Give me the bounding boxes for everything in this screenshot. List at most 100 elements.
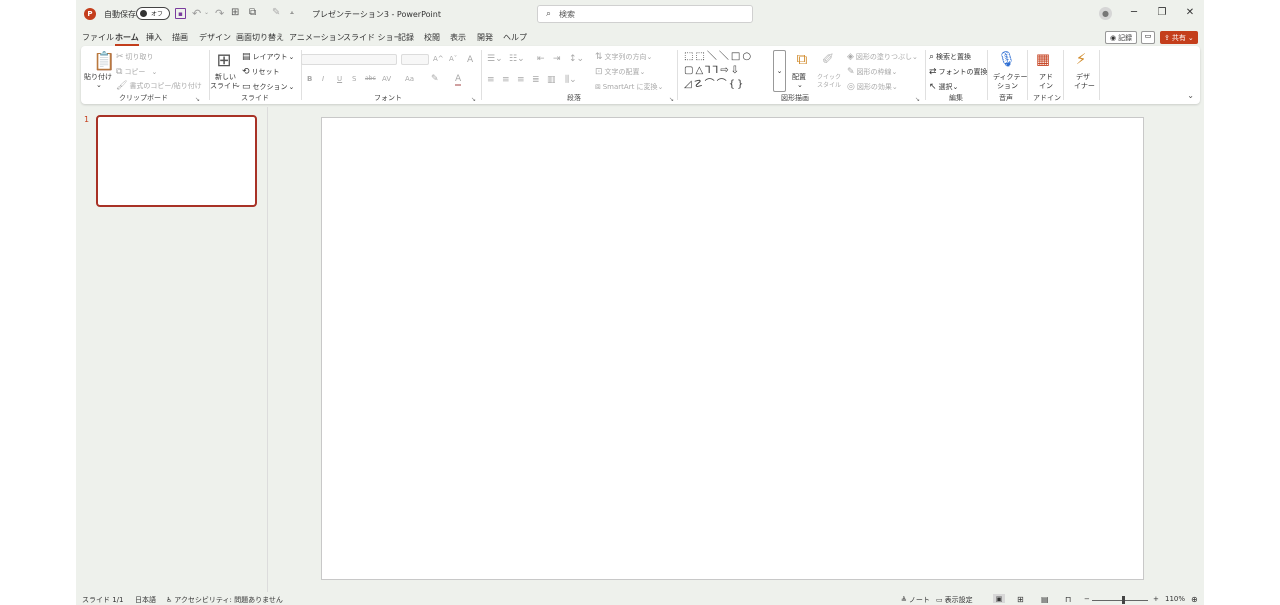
tab-view[interactable]: 表示 bbox=[450, 32, 466, 43]
slideshow-icon[interactable]: ⧉ bbox=[249, 7, 256, 18]
slide-position[interactable]: スライド 1/1 bbox=[82, 595, 124, 605]
font-color-icon[interactable]: A bbox=[455, 74, 462, 86]
shape-outline-button[interactable]: ✎ 図形の枠線 ⌄ bbox=[847, 67, 897, 77]
section-button[interactable]: ▭ セクション ⌄ bbox=[242, 82, 294, 92]
zoom-out-button[interactable]: − bbox=[1084, 595, 1090, 603]
zoom-slider-track[interactable] bbox=[1092, 600, 1148, 601]
minimize-button[interactable]: ─ bbox=[1127, 7, 1141, 18]
notes-button[interactable]: ≜ ノート bbox=[901, 595, 930, 605]
line-spacing-icon[interactable]: ↕⌄ bbox=[569, 54, 584, 64]
zoom-slider-thumb[interactable] bbox=[1122, 596, 1125, 604]
addins-label-2[interactable]: イン bbox=[1039, 81, 1053, 91]
increase-indent-icon[interactable]: ⇥ bbox=[553, 54, 561, 64]
font-name-combo[interactable] bbox=[301, 54, 397, 65]
grow-font-button[interactable]: A^ bbox=[433, 55, 444, 63]
align-left-icon[interactable]: ≡ bbox=[487, 75, 495, 85]
microphone-icon[interactable]: 🎙 bbox=[997, 50, 1016, 68]
shape-fill-button[interactable]: ◈ 図形の塗りつぶし ⌄ bbox=[847, 52, 918, 62]
account-icon[interactable]: ● bbox=[1099, 7, 1112, 20]
clear-format-button[interactable]: A bbox=[467, 55, 473, 65]
tab-review[interactable]: 校閲 bbox=[424, 32, 440, 43]
new-slide-icon[interactable]: ⊞ bbox=[215, 50, 233, 71]
record-button[interactable]: ◉ 記録 bbox=[1105, 31, 1138, 44]
comments-icon[interactable]: ▭ bbox=[1141, 31, 1155, 44]
numbering-icon[interactable]: ☷⌄ bbox=[509, 54, 525, 64]
clipboard-dialog-launcher-icon[interactable]: ↘ bbox=[195, 96, 200, 103]
replace-fonts-button[interactable]: ⇄ フォントの置換 bbox=[929, 67, 988, 77]
arrange-dropdown-icon[interactable]: ⌄ bbox=[797, 81, 803, 89]
underline-button[interactable]: U bbox=[337, 75, 342, 83]
quick-styles-label-2[interactable]: スタイル bbox=[817, 80, 841, 89]
decrease-indent-icon[interactable]: ⇤ bbox=[537, 54, 545, 64]
quick-styles-icon[interactable]: ✐ bbox=[819, 50, 837, 68]
slideshow-view-icon[interactable]: ⊓ bbox=[1065, 595, 1071, 604]
search-box[interactable]: ⌕ 検索 bbox=[537, 5, 753, 23]
format-painter-button[interactable]: 🖌 書式のコピー/貼り付け bbox=[116, 81, 202, 91]
new-slide-label-2[interactable]: スライド bbox=[210, 81, 238, 91]
tab-home[interactable]: ホーム bbox=[115, 32, 139, 46]
tab-insert[interactable]: 挿入 bbox=[146, 32, 162, 43]
cut-button[interactable]: ✂ 切り取り bbox=[116, 52, 154, 62]
fit-to-window-icon[interactable]: ⊕ bbox=[1191, 595, 1198, 604]
columns-icon[interactable]: ⫼⌄ bbox=[565, 75, 577, 85]
dictate-label-2[interactable]: ション bbox=[997, 81, 1018, 91]
bold-button[interactable]: B bbox=[307, 75, 312, 83]
normal-view-icon[interactable]: ▣ bbox=[993, 594, 1005, 603]
paste-icon[interactable]: 📋 bbox=[93, 51, 115, 72]
highlight-color-icon[interactable]: ✎ bbox=[431, 74, 439, 84]
restore-button[interactable]: ❐ bbox=[1155, 7, 1169, 18]
display-settings-button[interactable]: ▭ 表示設定 bbox=[936, 595, 973, 605]
share-button[interactable]: ⇪ 共有 ⌄ bbox=[1160, 31, 1198, 44]
slide-sorter-icon[interactable]: ⊞ bbox=[1017, 595, 1024, 604]
font-dialog-launcher-icon[interactable]: ↘ bbox=[471, 96, 476, 103]
format-painter-quick-icon[interactable]: ✎ bbox=[272, 7, 280, 18]
strikethrough-button[interactable]: S bbox=[352, 75, 356, 83]
slide-thumbnail[interactable] bbox=[96, 115, 257, 207]
align-right-icon[interactable]: ≡ bbox=[517, 75, 525, 85]
justify-icon[interactable]: ≣ bbox=[532, 75, 540, 85]
distribute-icon[interactable]: ▥ bbox=[547, 75, 556, 85]
shrink-font-button[interactable]: Aˇ bbox=[449, 55, 457, 63]
smartart-button[interactable]: ⧈ SmartArt に変換 ⌄ bbox=[595, 82, 663, 92]
reset-button[interactable]: ⟲ リセット bbox=[242, 67, 280, 77]
ribbon-collapse-icon[interactable]: ⌄ bbox=[1187, 91, 1194, 100]
reading-view-icon[interactable]: ▤ bbox=[1041, 595, 1049, 604]
align-text-button[interactable]: ⊡ 文字の配置 ⌄ bbox=[595, 67, 645, 77]
paste-dropdown-icon[interactable]: ⌄ bbox=[96, 81, 102, 89]
change-case-button[interactable]: Aa bbox=[405, 75, 414, 83]
shadow-button[interactable]: abc bbox=[365, 75, 376, 82]
tab-help[interactable]: ヘルプ bbox=[503, 32, 527, 43]
layout-button[interactable]: ▤ レイアウト ⌄ bbox=[242, 52, 294, 62]
text-direction-button[interactable]: ⇅ 文字列の方向 ⌄ bbox=[595, 52, 652, 62]
undo-dropdown-icon[interactable]: ⌄ bbox=[204, 9, 209, 16]
arrange-icon[interactable]: ⧉ bbox=[793, 50, 811, 68]
new-slide-dropdown-icon[interactable]: ⌄ bbox=[235, 81, 241, 89]
zoom-level[interactable]: 110% bbox=[1165, 595, 1185, 603]
tab-record[interactable]: 記録 bbox=[398, 32, 414, 43]
designer-label-2[interactable]: イナー bbox=[1074, 81, 1095, 91]
undo-icon[interactable]: ↶ bbox=[192, 7, 201, 20]
autosave-toggle[interactable]: オフ bbox=[136, 7, 170, 20]
tab-animations[interactable]: アニメーション bbox=[289, 32, 345, 43]
designer-icon[interactable]: ⚡ bbox=[1072, 50, 1090, 68]
tab-draw[interactable]: 描画 bbox=[172, 32, 188, 43]
accessibility-button[interactable]: ♿ アクセシビリティ: 問題ありません bbox=[166, 595, 283, 605]
tab-transitions[interactable]: 画面切り替え bbox=[236, 32, 284, 43]
zoom-in-button[interactable]: + bbox=[1153, 595, 1159, 603]
presentation-icon[interactable]: ⊞ bbox=[231, 7, 239, 18]
tab-file[interactable]: ファイル bbox=[82, 32, 114, 43]
tab-developer[interactable]: 開発 bbox=[477, 32, 493, 43]
select-button[interactable]: ↖ 選択 ⌄ bbox=[929, 82, 958, 92]
char-spacing-button[interactable]: AV bbox=[382, 75, 391, 83]
save-icon[interactable]: ▪ bbox=[175, 8, 186, 19]
language-indicator[interactable]: 日本語 bbox=[135, 595, 156, 605]
tab-slideshow[interactable]: スライド ショー bbox=[343, 32, 402, 43]
italic-button[interactable]: I bbox=[322, 75, 324, 83]
slide-canvas[interactable] bbox=[321, 117, 1144, 580]
font-size-combo[interactable] bbox=[401, 54, 429, 65]
find-replace-button[interactable]: ⌕ 検索と置換 bbox=[929, 52, 971, 62]
close-button[interactable]: ✕ bbox=[1183, 7, 1197, 18]
addins-icon[interactable]: ▦ bbox=[1034, 50, 1052, 68]
customize-qat-icon[interactable]: ⩡ bbox=[290, 9, 294, 18]
align-center-icon[interactable]: ≡ bbox=[502, 75, 510, 85]
